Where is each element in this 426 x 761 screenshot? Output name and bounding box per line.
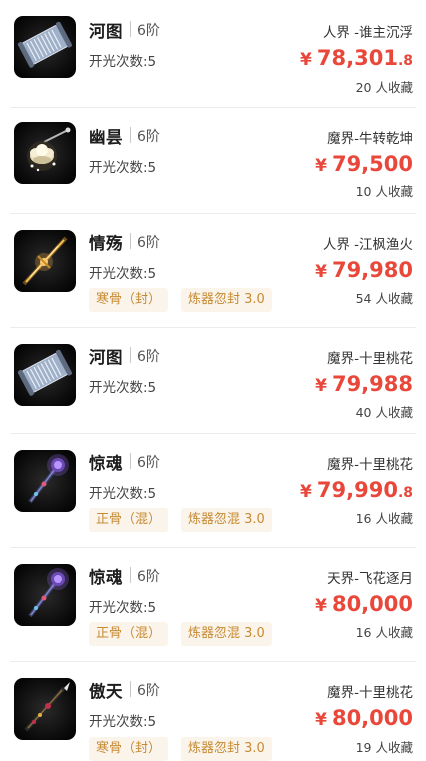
server-name: 魔界-十里桃花 [327,351,413,367]
item-tier: 6阶 [137,569,160,585]
price-value: 80,000 [331,706,413,730]
item-name: 傲天 [89,682,123,701]
item-name: 惊魂 [89,568,123,587]
scroll-icon [17,21,73,68]
name-divider [130,681,131,697]
favorite-count: 20 人收藏 [355,80,413,95]
price-decimal: .8 [397,485,413,501]
item-thumbnail [14,564,76,626]
item-name: 情殇 [89,234,123,253]
open-count: 开光次数:5 [89,380,157,396]
listing-list: 河图 6阶 开光次数:5 人界 -谁主沉浮 ¥78,301.8 20 人收藏 幽… [0,0,426,761]
item-thumbnail [14,122,76,184]
item-tag: 正骨（混） [89,508,169,532]
item-tier: 6阶 [137,129,160,145]
server-name: 人界 -谁主沉浮 [322,25,413,41]
list-item[interactable]: 河图 6阶 开光次数:5 人界 -谁主沉浮 ¥78,301.8 20 人收藏 [0,0,426,108]
name-divider [130,233,131,249]
price-value: 79,980 [331,258,413,282]
item-tag: 正骨（混） [89,622,169,646]
price-value: 79,988 [331,372,413,396]
server-name: 魔界-十里桃花 [327,457,413,473]
price: ¥79,980 [315,258,413,282]
list-item[interactable]: 幽昙 6阶 开光次数:5 魔界-牛转乾坤 ¥79,500 10 人收藏 [0,108,426,214]
list-item[interactable]: 情殇 6阶 开光次数:5 寒骨（封） 炼器忽封 3.0 人界 -江枫渔火 ¥79… [0,214,426,328]
item-thumbnail [14,230,76,292]
name-divider [130,127,131,143]
list-item[interactable]: 傲天 6阶 开光次数:5 寒骨（封） 炼器忽封 3.0 魔界-十里桃花 ¥80,… [0,662,426,761]
open-count: 开光次数:5 [89,54,157,70]
server-name: 人界 -江枫渔火 [322,237,413,253]
item-name: 河图 [89,348,123,367]
price-value: 79,500 [331,152,413,176]
name-divider [130,347,131,363]
favorite-count: 16 人收藏 [355,511,413,526]
price: ¥79,990.8 [300,478,413,502]
item-tag: 炼器忽封 3.0 [181,288,272,312]
server-name: 魔界-牛转乾坤 [327,131,413,147]
favorite-count: 54 人收藏 [355,291,413,306]
currency-symbol: ¥ [300,50,312,70]
price: ¥78,301.8 [300,46,413,70]
currency-symbol: ¥ [315,376,327,396]
name-divider [130,453,131,469]
favorite-count: 19 人收藏 [355,740,413,755]
name-divider [130,567,131,583]
item-tag: 炼器忽混 3.0 [181,508,272,532]
list-item[interactable]: 河图 6阶 开光次数:5 魔界-十里桃花 ¥79,988 40 人收藏 [0,328,426,434]
golden-sword-icon [22,236,68,286]
favorite-count: 16 人收藏 [355,625,413,640]
open-count: 开光次数:5 [89,714,157,730]
price-value: 80,000 [331,592,413,616]
open-count: 开光次数:5 [89,266,157,282]
item-name: 惊魂 [89,454,123,473]
item-tier: 6阶 [137,455,160,471]
name-divider [130,21,131,37]
item-tag: 寒骨（封） [89,288,169,312]
list-item[interactable]: 惊魂 6阶 开光次数:5 正骨（混） 炼器忽混 3.0 魔界-十里桃花 ¥79,… [0,434,426,548]
item-tier: 6阶 [137,349,160,365]
open-count: 开光次数:5 [89,160,157,176]
price-value: 79,990 [316,478,398,502]
item-tier: 6阶 [137,683,160,699]
item-thumbnail [14,450,76,512]
currency-symbol: ¥ [315,596,327,616]
item-name: 河图 [89,22,123,41]
open-count: 开光次数:5 [89,486,157,502]
item-tier: 6阶 [137,235,160,251]
item-tier: 6阶 [137,23,160,39]
currency-symbol: ¥ [315,262,327,282]
item-thumbnail [14,678,76,740]
spear-icon [24,682,70,732]
orb-staff-icon [28,454,69,504]
item-tag: 寒骨（封） [89,737,169,761]
item-name: 幽昙 [89,128,123,147]
list-item[interactable]: 惊魂 6阶 开光次数:5 正骨（混） 炼器忽混 3.0 天界-飞花逐月 ¥80,… [0,548,426,662]
currency-symbol: ¥ [300,482,312,502]
price: ¥79,988 [315,372,413,396]
server-name: 天界-飞花逐月 [327,571,413,587]
price-value: 78,301 [316,46,398,70]
orb-staff-icon [28,568,69,618]
favorite-count: 10 人收藏 [355,184,413,199]
item-tag: 炼器忽封 3.0 [181,737,272,761]
lotus-staff-icon [27,127,71,172]
favorite-count: 40 人收藏 [355,405,413,420]
scroll-icon [17,349,73,396]
price: ¥80,000 [315,706,413,730]
currency-symbol: ¥ [315,156,327,176]
currency-symbol: ¥ [315,710,327,730]
price-decimal: .8 [397,53,413,69]
item-thumbnail [14,16,76,78]
item-tag: 炼器忽混 3.0 [181,622,272,646]
price: ¥79,500 [315,152,413,176]
price: ¥80,000 [315,592,413,616]
item-thumbnail [14,344,76,406]
server-name: 魔界-十里桃花 [327,685,413,701]
open-count: 开光次数:5 [89,600,157,616]
